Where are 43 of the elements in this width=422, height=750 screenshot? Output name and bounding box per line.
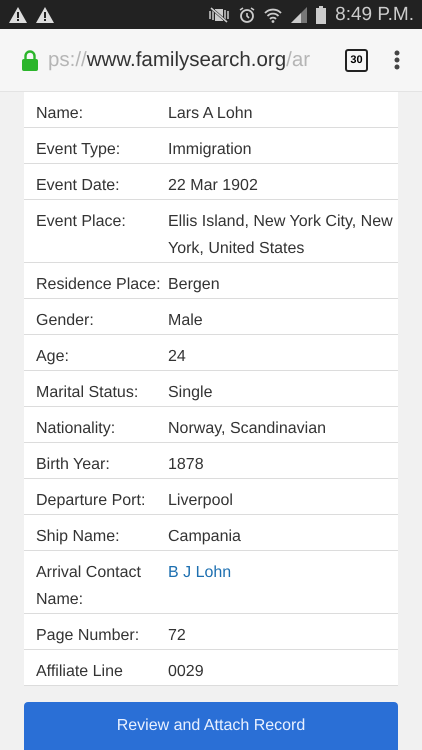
- field-value: Bergen: [168, 275, 221, 295]
- field-value: 1878: [168, 455, 205, 475]
- field-label: Name:: [36, 104, 84, 124]
- field-label: Departure Port:: [36, 491, 146, 511]
- contact-link[interactable]: B J Lohn: [168, 559, 398, 586]
- lock-icon: [22, 50, 38, 70]
- field-value: 72: [168, 626, 187, 646]
- field-value: Immigration: [168, 140, 253, 160]
- address-field[interactable]: ps://www.familysearch.org/ar: [48, 48, 345, 72]
- field-label: Age:: [36, 347, 70, 367]
- vibrate-off-icon: [208, 6, 230, 22]
- field-label: Affiliate Line: [36, 662, 124, 682]
- field-value: Liverpool: [168, 491, 234, 511]
- field-value: 0029: [168, 662, 205, 682]
- wifi-icon: [264, 6, 282, 22]
- field-value: 24: [168, 347, 187, 367]
- field-label: Event Date:: [36, 176, 121, 196]
- clock-time: 8:49 P.M.: [335, 4, 414, 26]
- field-value: Single: [168, 383, 214, 403]
- field-value: Ellis Island, New York City, New York, United States: [168, 212, 394, 259]
- signal-icon: [291, 6, 308, 22]
- field-value: Campania: [168, 527, 242, 547]
- field-label: Event Type:: [36, 140, 122, 160]
- field-label: Marital Status:: [36, 383, 140, 403]
- warning-icon: [9, 6, 27, 22]
- field-label: Page Number:: [36, 626, 140, 646]
- field-label: Residence Place:: [36, 275, 162, 295]
- alarm-icon: [239, 6, 256, 22]
- menu-icon[interactable]: [394, 50, 400, 70]
- field-label: Nationality:: [36, 419, 116, 439]
- field-value: Male: [168, 311, 204, 331]
- review-attach-button[interactable]: Review and Attach Record: [24, 702, 398, 750]
- field-value: 22 Mar 1902: [168, 176, 259, 196]
- field-label: Ship Name:: [36, 527, 121, 547]
- battery-icon: [316, 6, 326, 24]
- tab-count-button[interactable]: 30: [345, 48, 368, 72]
- field-label: Birth Year:: [36, 455, 111, 475]
- field-value: Lars A Lohn: [168, 104, 254, 124]
- field-label: Event Place:: [36, 212, 127, 232]
- field-label: Gender:: [36, 311, 95, 331]
- field-value: Norway, Scandinavian: [168, 419, 328, 439]
- field-label: Arrival Contact Name:: [36, 563, 142, 610]
- warning-icon: [36, 6, 54, 22]
